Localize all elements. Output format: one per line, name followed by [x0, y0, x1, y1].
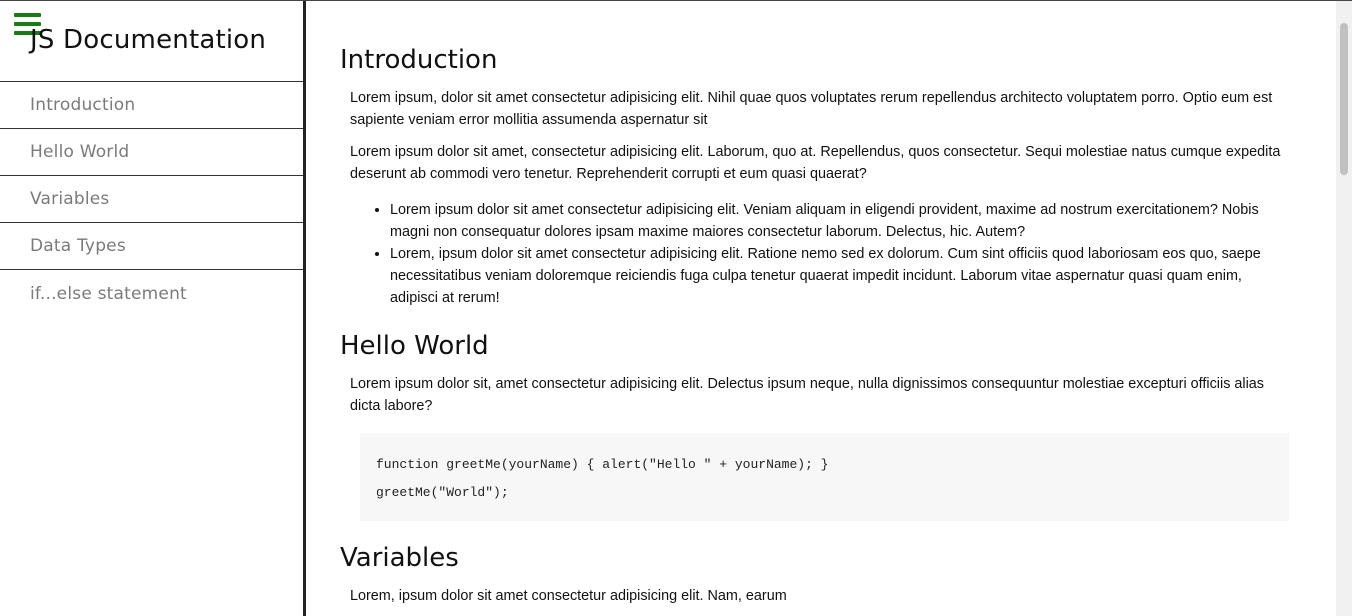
paragraph: Lorem, ipsum dolor sit amet consectetur …	[350, 588, 787, 604]
paragraph: Lorem ipsum dolor sit, amet consectetur …	[350, 376, 1264, 414]
section-title: Hello World	[340, 331, 489, 361]
nav-link-if-else[interactable]: if...else statement	[30, 284, 187, 304]
sidebar-item-data-types[interactable]: Data Types	[0, 223, 303, 270]
paragraph: Lorem ipsum, dolor sit amet consectetur …	[350, 90, 1273, 128]
code-line: function greetMe(yourName) { alert("Hell…	[376, 457, 829, 472]
list-item: Lorem, ipsum dolor sit amet consectetur …	[390, 243, 1292, 309]
sidebar-header: JS Documentation	[0, 1, 303, 82]
nav-link-hello-world[interactable]: Hello World	[30, 142, 129, 162]
sidebar-item-variables[interactable]: Variables	[0, 176, 303, 223]
sidebar-nav-list: Introduction Hello World Variables Data …	[0, 82, 303, 317]
sidebar-item-if-else[interactable]: if...else statement	[0, 270, 303, 317]
section-title: Introduction	[340, 45, 498, 75]
sidebar-item-hello-world[interactable]: Hello World	[0, 129, 303, 176]
bullet-list: Lorem ipsum dolor sit amet consectetur a…	[390, 199, 1292, 309]
nav-link-data-types[interactable]: Data Types	[30, 236, 126, 256]
code-block: function greetMe(yourName) { alert("Hell…	[360, 433, 1289, 521]
sidebar-title: JS Documentation	[30, 25, 267, 55]
code-line: greetMe("World");	[376, 485, 509, 500]
list-item: Lorem ipsum dolor sit amet consectetur a…	[390, 199, 1292, 243]
section-variables: Variables Lorem, ipsum dolor sit amet co…	[340, 543, 1336, 607]
sidebar: JS Documentation Introduction Hello Worl…	[0, 1, 306, 616]
menu-bar	[14, 13, 41, 17]
sidebar-item-introduction[interactable]: Introduction	[0, 82, 303, 129]
section-introduction: Introduction Lorem ipsum, dolor sit amet…	[340, 45, 1336, 309]
paragraph: Lorem ipsum dolor sit amet, consectetur …	[350, 144, 1281, 182]
nav-link-variables[interactable]: Variables	[30, 189, 110, 209]
nav-link-introduction[interactable]: Introduction	[30, 95, 135, 115]
main-content: Introduction Lorem ipsum, dolor sit amet…	[306, 1, 1336, 616]
section-hello-world: Hello World Lorem ipsum dolor sit, amet …	[340, 331, 1336, 521]
scrollbar-thumb[interactable]	[1340, 23, 1348, 175]
vertical-scrollbar[interactable]	[1336, 1, 1352, 616]
section-title: Variables	[340, 543, 459, 573]
